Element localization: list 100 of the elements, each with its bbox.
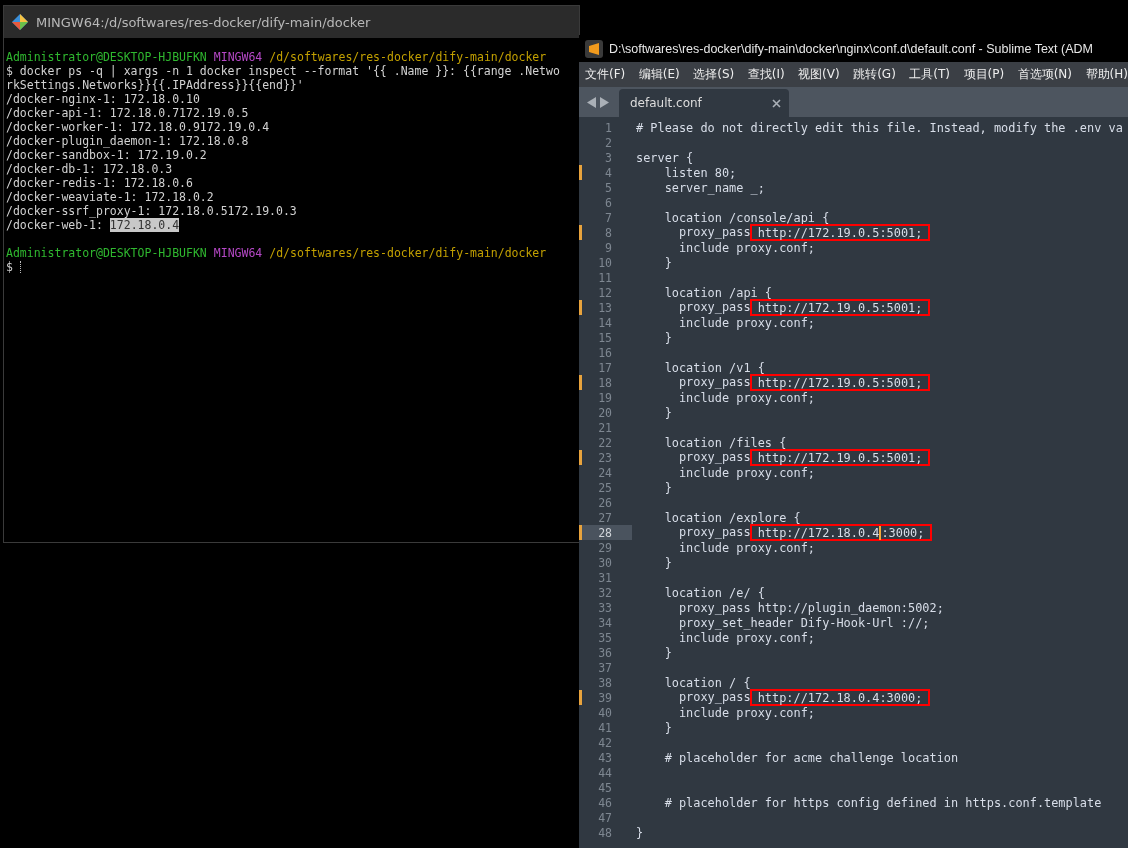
code-text: http://172.18.0.4:3000; — [757, 690, 923, 705]
line-number: 27 — [598, 510, 612, 525]
code-text: include proxy.conf; — [677, 540, 815, 555]
code-text: location / { — [663, 675, 751, 690]
menu-item[interactable]: 视图(V) — [794, 66, 844, 83]
menu-item[interactable]: 工具(T) — [905, 66, 955, 83]
prompt-host: MINGW64 — [213, 246, 263, 260]
line-number: 15 — [598, 330, 612, 345]
left-arrow-icon[interactable] — [587, 97, 597, 108]
terminal-text: $ — [6, 260, 13, 274]
terminal-text: /docker-worker-1: 172.18.0.9172.19.0.4 — [6, 120, 270, 134]
line-number: 25 — [598, 480, 612, 495]
code-text: } — [663, 555, 672, 570]
code-text: http://172.19.0.5:5001; — [757, 375, 923, 390]
diamond-icon — [12, 14, 28, 30]
line-number: 7 — [605, 210, 612, 225]
line-number: 6 — [605, 195, 612, 210]
line-number: 36 — [598, 645, 612, 660]
line-number: 28 — [598, 525, 612, 540]
line-number: 43 — [598, 750, 612, 765]
line-number: 9 — [605, 240, 612, 255]
code-text: http://172.18.0.4 — [757, 525, 880, 540]
menu-item[interactable]: 选择(S) — [689, 66, 739, 83]
menu-item[interactable]: 编辑(E) — [634, 66, 684, 83]
terminal-text: /docker-sandbox-1: 172.19.0.2 — [6, 148, 207, 162]
line-number: 16 — [598, 345, 612, 360]
code-text: http://172.19.0.5:5001; — [757, 300, 923, 315]
code-text: } — [663, 645, 672, 660]
menu-item[interactable]: 帮助(H) — [1081, 66, 1128, 83]
code-text: include proxy.conf; — [677, 240, 815, 255]
code-text: # Please do not directly edit this file. Instead, modify the .env va — [636, 120, 1123, 135]
prompt-host: MINGW64 — [213, 50, 263, 64]
line-number: 47 — [598, 810, 612, 825]
line-number: 41 — [598, 720, 612, 735]
terminal-text: rkSettings.Networks}}{{.IPAddress}}{{end}}' — [6, 78, 304, 92]
right-arrow-icon[interactable] — [599, 97, 609, 108]
code-text: proxy_pass — [677, 450, 752, 465]
terminal-text: /docker-weaviate-1: 172.18.0.2 — [6, 190, 214, 204]
code-text: } — [663, 405, 672, 420]
line-number: 4 — [605, 165, 612, 180]
prompt-path: /d/softwares/res-docker/dify-main/docker — [269, 246, 547, 260]
line-number: 42 — [598, 735, 612, 750]
code-text: proxy_pass — [677, 525, 752, 540]
menu-item[interactable]: 文件(F) — [581, 66, 630, 83]
code-text: location /explore { — [663, 510, 801, 525]
code-text: proxy_pass — [677, 690, 752, 705]
file-tab[interactable]: default.conf — [619, 89, 789, 117]
line-number: 8 — [605, 225, 612, 240]
line-number: 35 — [598, 630, 612, 645]
line-number: 1 — [605, 120, 612, 135]
line-number: 31 — [598, 570, 612, 585]
code-text: proxy_pass — [677, 225, 752, 240]
prompt-user: Administrator@DESKTOP-HJBUFKN — [6, 50, 207, 64]
line-number: 32 — [598, 585, 612, 600]
menu-item[interactable]: 跳转(G) — [849, 66, 900, 83]
text-cursor — [19, 261, 21, 273]
menu-item[interactable]: 首选项(N) — [1013, 66, 1076, 83]
line-number: 34 — [598, 615, 612, 630]
line-number: 24 — [598, 465, 612, 480]
code-text: location /api { — [663, 285, 773, 300]
line-number: 37 — [598, 660, 612, 675]
code-text: http://172.19.0.5:5001; — [757, 225, 923, 240]
menu-item[interactable]: 查找(I) — [743, 66, 789, 83]
code-text: include proxy.conf; — [677, 465, 815, 480]
code-text: } — [663, 720, 672, 735]
code-text: } — [663, 255, 672, 270]
code-text: location /console/api { — [663, 210, 830, 225]
line-number: 30 — [598, 555, 612, 570]
close-icon[interactable] — [772, 98, 781, 108]
menu-item[interactable]: 项目(P) — [959, 66, 1009, 83]
code-text: :3000; — [881, 525, 925, 540]
line-number: 5 — [605, 180, 612, 195]
selected-text: 172.18.0.4 — [109, 218, 180, 232]
terminal-text: /docker-db-1: 172.18.0.3 — [6, 162, 173, 176]
tab-label: default.conf — [630, 96, 702, 110]
line-number: 33 — [598, 600, 612, 615]
prompt-user: Administrator@DESKTOP-HJBUFKN — [6, 246, 207, 260]
line-number: 23 — [598, 450, 612, 465]
prompt-path: /d/softwares/res-docker/dify-main/docker — [269, 50, 547, 64]
line-number: 40 — [598, 705, 612, 720]
line-number: 10 — [598, 255, 612, 270]
line-number: 29 — [598, 540, 612, 555]
line-number: 39 — [598, 690, 612, 705]
line-number: 45 — [598, 780, 612, 795]
terminal-text: $ docker ps -q | xargs -n 1 docker inspect --format '{{ .Name }}: {{range .Netwo — [6, 64, 560, 78]
line-number: 48 — [598, 825, 612, 840]
code-text: listen 80; — [663, 165, 737, 180]
code-text: # placeholder for https config defined in https.conf.template — [663, 795, 1102, 810]
code-text: include proxy.conf; — [677, 705, 815, 720]
code-text: # placeholder for acme challenge location — [663, 750, 959, 765]
line-number: 2 — [605, 135, 612, 150]
window-title: D:\softwares\res-docker\dify-main\docker\nginx\conf.d\default.conf - Sublime Text (ADM — [609, 41, 1093, 56]
code-text: } — [663, 480, 672, 495]
line-number: 44 — [598, 765, 612, 780]
terminal-text: /docker-plugin_daemon-1: 172.18.0.8 — [6, 134, 249, 148]
code-text: proxy_pass — [677, 300, 752, 315]
line-number: 14 — [598, 315, 612, 330]
code-text: http://172.19.0.5:5001; — [757, 450, 923, 465]
code-text: include proxy.conf; — [677, 315, 815, 330]
text-cursor — [879, 525, 882, 540]
